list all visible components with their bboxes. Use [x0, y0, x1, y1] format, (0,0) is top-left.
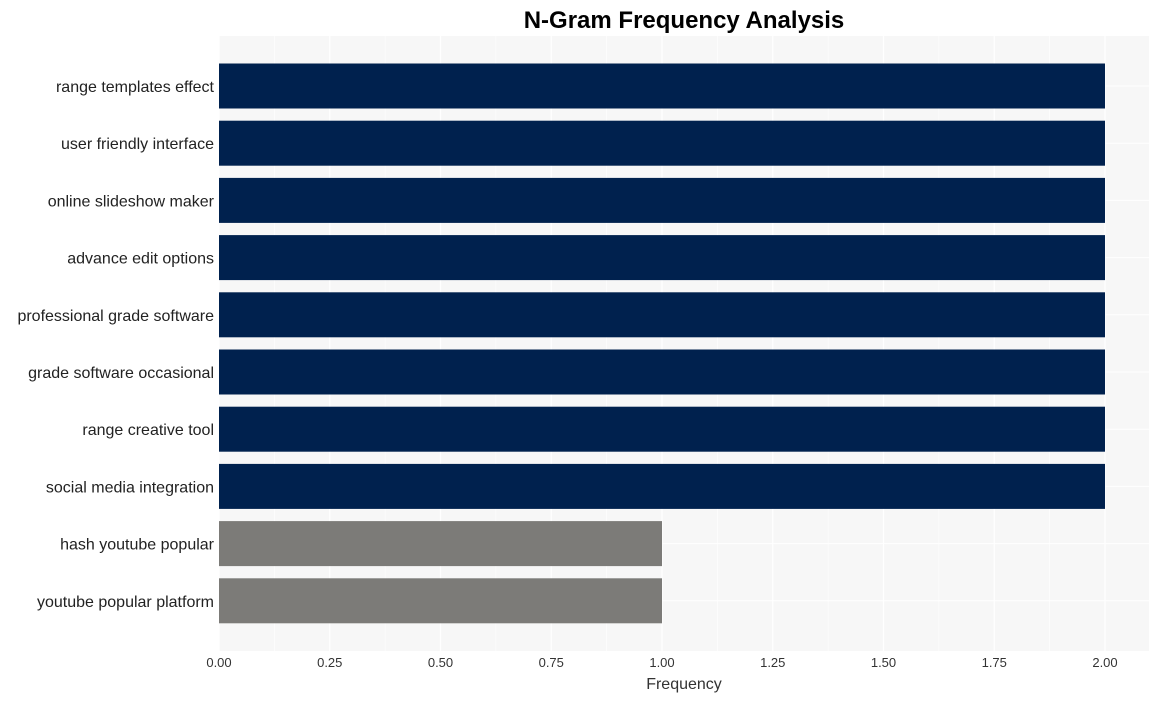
chart: range templates effect user friendly inte…	[17, 7, 1149, 693]
y-tick-label: advance edit options	[67, 251, 214, 268]
bar-range-creative-tool	[219, 406, 1105, 452]
bar-user-friendly-interface	[219, 120, 1105, 166]
bar-hash-youtube-popular	[219, 521, 662, 567]
y-tick-label: range templates effect	[56, 79, 215, 96]
bar-professional-grade-software	[219, 292, 1105, 338]
y-tick-label: youtube popular platform	[37, 594, 214, 611]
x-tick-label: 1.75	[982, 655, 1007, 670]
y-tick-label: grade software occasional	[28, 365, 214, 382]
y-tick-label: professional grade software	[17, 308, 214, 325]
y-tick-label: hash youtube popular	[60, 537, 215, 554]
x-tick-label: 0.50	[428, 655, 453, 670]
bar-grade-software-occasional	[219, 349, 1105, 395]
x-tick-label: 2.00	[1092, 655, 1117, 670]
x-tick-label: 1.00	[649, 655, 674, 670]
y-tick-label: social media integration	[46, 479, 214, 496]
x-tick-label: 0.00	[206, 655, 231, 670]
bar-youtube-popular-platform	[219, 578, 662, 624]
x-tick-label: 0.25	[317, 655, 342, 670]
bar-advance-edit-options	[219, 235, 1105, 281]
y-tick-label: online slideshow maker	[48, 193, 215, 210]
x-tick-label: 0.75	[539, 655, 564, 670]
bar-range-templates-effect	[219, 63, 1105, 109]
bar-social-media-integration	[219, 463, 1105, 509]
y-axis-labels: range templates effect user friendly inte…	[17, 79, 214, 611]
bar-online-slideshow-maker	[219, 177, 1105, 223]
y-tick-label: range creative tool	[82, 422, 214, 439]
x-tick-label: 1.50	[871, 655, 896, 670]
x-axis-ticks: 0.00 0.25 0.50 0.75 1.00 1.25 1.50 1.75 2.00	[206, 655, 1117, 670]
x-axis-label: Frequency	[646, 676, 722, 693]
x-tick-label: 1.25	[760, 655, 785, 670]
y-tick-label: user friendly interface	[61, 136, 214, 153]
chart-title: N-Gram Frequency Analysis	[524, 7, 845, 34]
